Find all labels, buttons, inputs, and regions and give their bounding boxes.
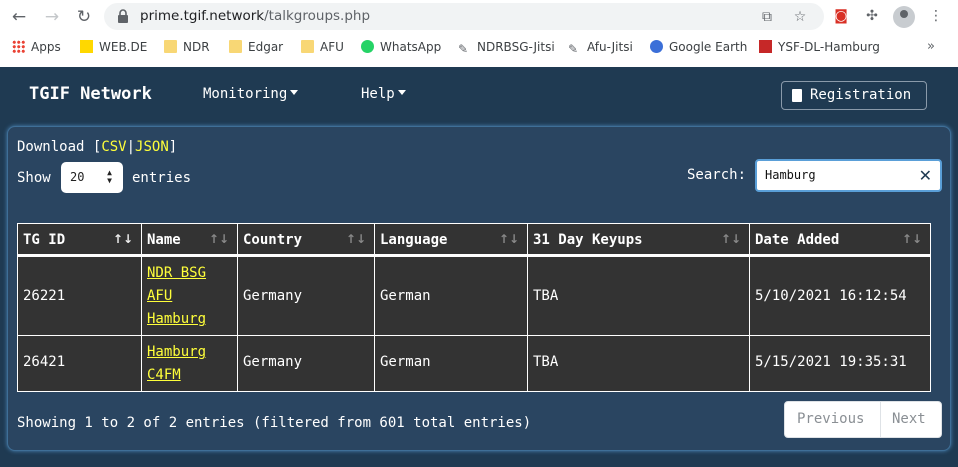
sort-icon: ↑↓ (720, 232, 741, 246)
table-row: 26421 Hamburg C4FM Germany German TBA 5/1… (18, 336, 930, 391)
star-icon[interactable]: ☆ (790, 7, 810, 27)
caret-down-icon (397, 90, 406, 95)
bookmark-afu[interactable]: AFU (301, 39, 344, 55)
id-card-icon (792, 89, 802, 102)
talkgroup-link[interactable]: NDR BSG AFU Hamburg (147, 262, 227, 331)
search-input[interactable]: Hamburg ✕ (755, 159, 942, 192)
search-value: Hamburg (765, 168, 816, 182)
col-header-date-added[interactable]: Date Added ↑↓ (750, 224, 930, 254)
folder-icon (301, 40, 314, 53)
bookmark-ysf-dl-hamburg[interactable]: YSF-DL-Hamburg (759, 39, 880, 55)
cell-country: Germany (238, 336, 375, 391)
feather-icon: ✎ (458, 42, 469, 56)
col-header-keyups[interactable]: 31 Day Keyups ↑↓ (528, 224, 750, 254)
select-arrows-icon: ▲ ▼ (107, 168, 112, 185)
url-text: prime.tgif.network/talkgroups.php (140, 8, 371, 24)
profile-icon[interactable] (893, 6, 915, 28)
menu-help[interactable]: Help (361, 86, 406, 102)
puzzle-icon[interactable]: ✣ (861, 5, 883, 27)
sort-icon: ↑↓ (112, 232, 133, 246)
feather-icon: ✎ (568, 42, 579, 56)
cell-date-added: 5/10/2021 16:12:54 (755, 288, 907, 304)
cell-country: Germany (238, 257, 375, 335)
site-navbar: TGIF Network Monitoring Help Registratio… (0, 67, 958, 125)
entries-label: entries (132, 170, 192, 186)
back-icon[interactable]: ← (8, 6, 30, 28)
json-link[interactable]: JSON (135, 139, 169, 155)
whatsapp-icon (361, 40, 374, 53)
forward-icon[interactable]: → (41, 6, 63, 28)
translate-icon[interactable]: ⧉ (757, 7, 777, 27)
lock-icon (118, 9, 128, 23)
apps-icon (12, 40, 25, 53)
folder-icon (229, 40, 242, 53)
globe-icon (650, 40, 663, 53)
address-bar[interactable]: prime.tgif.network/talkgroups.php ⧉ ☆ (104, 3, 824, 30)
page-size-select[interactable]: 20 ▲ ▼ (61, 162, 123, 193)
table-header-row: TG ID ↑↓ Name ↑↓ Country ↑↓ Language ↑↓ 31 D… (18, 224, 930, 257)
bookmark-afu-jitsi[interactable]: ✎ Afu-Jitsi (568, 39, 633, 56)
pagination: Previous Next (784, 401, 942, 438)
bookmark-edgar[interactable]: Edgar (229, 39, 283, 55)
bookmarks-bar: Apps WEB.DE NDR Edgar AFU WhatsApp ✎ NDRB… (0, 33, 958, 61)
menu-monitoring[interactable]: Monitoring (203, 86, 299, 102)
talkgroup-link[interactable]: Hamburg C4FM (147, 341, 227, 387)
cell-language: German (375, 257, 528, 335)
reload-icon[interactable]: ↻ (73, 6, 95, 28)
search-label: Search: (687, 167, 747, 183)
col-header-name[interactable]: Name ↑↓ (142, 224, 238, 254)
clear-search-icon[interactable]: ✕ (919, 161, 932, 190)
col-header-tg-id[interactable]: TG ID ↑↓ (18, 224, 142, 254)
sort-icon: ↑↓ (345, 232, 366, 246)
bookmark-ndr[interactable]: NDR (164, 39, 210, 55)
bookmark-google-earth[interactable]: Google Earth (650, 39, 747, 55)
cell-keyups: TBA (528, 336, 750, 391)
pagination-divider (880, 402, 881, 437)
webde-icon (80, 40, 93, 53)
talkgroups-card: Download [CSV|JSON] Show 20 ▲ ▼ entries S… (7, 126, 951, 451)
cell-tg-id: 26221 (18, 257, 142, 335)
bookmark-whatsapp[interactable]: WhatsApp (361, 39, 441, 55)
bookmark-webde[interactable]: WEB.DE (80, 39, 147, 55)
next-button[interactable]: Next (892, 402, 926, 437)
cell-name: NDR BSG AFU Hamburg (142, 257, 238, 335)
col-header-country[interactable]: Country ↑↓ (238, 224, 375, 254)
col-header-language[interactable]: Language ↑↓ (375, 224, 528, 254)
cell-name: Hamburg C4FM (142, 336, 238, 391)
sort-icon: ↑↓ (498, 232, 519, 246)
cell-tg-id: 26421 (18, 336, 142, 391)
browser-chrome: ← → ↻ prime.tgif.network/talkgroups.php … (0, 0, 958, 67)
previous-button[interactable]: Previous (797, 402, 864, 437)
caret-down-icon (290, 90, 299, 95)
download-links: Download [CSV|JSON] (17, 139, 178, 155)
registration-button[interactable]: Registration (781, 81, 927, 110)
sort-icon: ↑↓ (901, 232, 922, 246)
menu-kebab-icon[interactable]: ⋮ (925, 5, 947, 27)
extension-icon[interactable]: ◙ (830, 5, 852, 27)
bookmark-ndrbsg-jitsi[interactable]: ✎ NDRBSG-Jitsi (458, 39, 555, 56)
address-row: ← → ↻ prime.tgif.network/talkgroups.php … (0, 0, 958, 33)
cell-language: German (375, 336, 528, 391)
folder-icon (164, 40, 177, 53)
talkgroups-table: TG ID ↑↓ Name ↑↓ Country ↑↓ Language ↑↓ 31 D… (17, 223, 931, 392)
table-row: 26221 NDR BSG AFU Hamburg Germany German T… (18, 257, 930, 336)
bookmark-apps[interactable]: Apps (12, 39, 61, 55)
sort-icon: ↑↓ (208, 232, 229, 246)
bookmarks-more-icon[interactable]: » (927, 39, 935, 54)
cell-date-added: 5/15/2021 19:35:31 (755, 354, 907, 370)
cell-keyups: TBA (528, 257, 750, 335)
ysf-logo-icon (759, 40, 772, 53)
brand[interactable]: TGIF Network (29, 84, 152, 104)
table-info: Showing 1 to 2 of 2 entries (filtered fr… (17, 415, 532, 431)
csv-link[interactable]: CSV (101, 139, 126, 155)
show-label: Show (17, 170, 51, 186)
